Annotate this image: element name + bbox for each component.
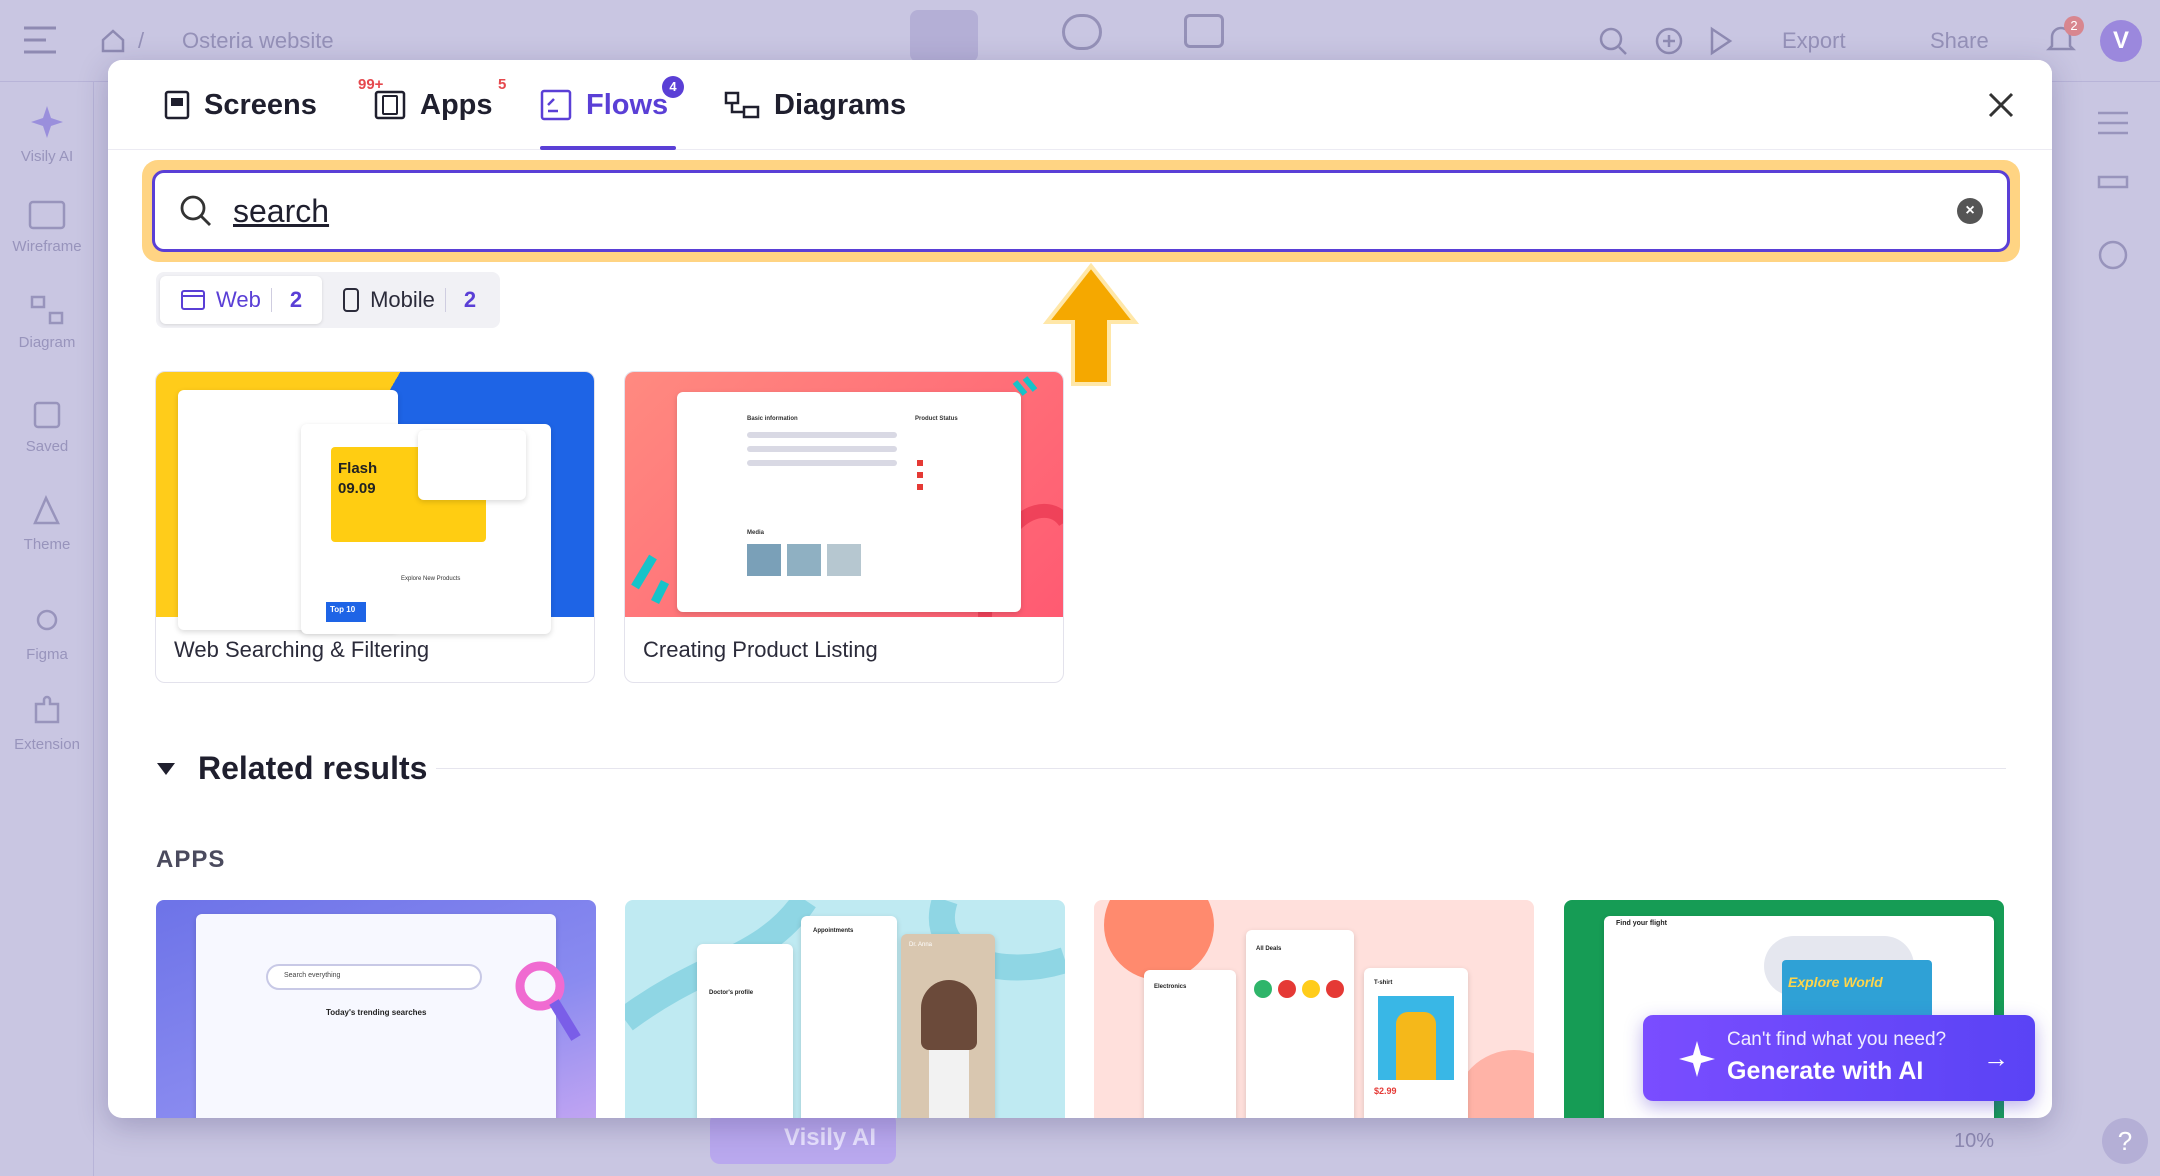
project-name[interactable]: Osteria website	[182, 28, 334, 54]
left-rail: Visily AI Wireframe Diagram Saved Theme …	[0, 82, 94, 1176]
related-heading: Related results	[198, 750, 428, 786]
comment-icon[interactable]	[2096, 240, 2130, 272]
flows-icon	[540, 89, 572, 121]
share-button[interactable]: Share	[1930, 28, 1989, 54]
arrow-right-icon: →	[1983, 1043, 2009, 1073]
app-card-doctor[interactable]: Doctor's profile Appointments Dr. Anna	[625, 900, 1065, 1118]
flow-card-title: Creating Product Listing	[643, 637, 878, 662]
filter-web[interactable]: Web 2	[160, 276, 323, 324]
browser-icon	[181, 290, 205, 310]
rail-extension[interactable]: Extension	[0, 694, 94, 753]
close-icon[interactable]	[1984, 88, 2018, 122]
search-box: ×	[152, 170, 2010, 252]
flow-card-creating-product[interactable]: Basic information Product Status Media C…	[624, 371, 1064, 683]
zoom-level[interactable]: 10%	[1954, 1130, 1994, 1153]
apps-badge: 5	[498, 76, 507, 93]
export-button[interactable]: Export	[1782, 28, 1846, 54]
tab-bar: Screens 99+ Apps 5 Flows 4 Diagrams	[108, 60, 2052, 150]
avatar[interactable]: V	[2100, 20, 2142, 62]
platform-filter: Web 2 Mobile 2	[156, 272, 501, 328]
design-mode-icon[interactable]	[910, 10, 978, 62]
rail-saved[interactable]: Saved	[0, 400, 94, 455]
help-icon[interactable]: ?	[2102, 1118, 2148, 1164]
home-icon[interactable]	[100, 28, 126, 54]
search-input[interactable]	[233, 192, 1957, 230]
phone-icon	[343, 288, 360, 312]
rail-diagram[interactable]: Diagram	[0, 294, 94, 351]
add-icon[interactable]	[1654, 26, 1684, 56]
tab-diagrams[interactable]: Diagrams	[724, 60, 906, 150]
handoff-mode-icon[interactable]	[1184, 14, 1224, 48]
tab-screens[interactable]: Screens 99+	[164, 60, 383, 150]
apps-section-label: APPS	[156, 846, 226, 873]
app-card-search-engine[interactable]: Search everything Today's trending searc…	[156, 900, 596, 1118]
template-library-modal: Screens 99+ Apps 5 Flows 4 Diagrams ×	[108, 60, 2052, 1118]
related-results-toggle[interactable]: Related results	[156, 750, 427, 787]
bottom-toolbar: Visily AI 10% ?	[0, 1112, 2160, 1176]
search-highlight: ×	[142, 160, 2020, 262]
play-icon[interactable]	[1708, 26, 1734, 56]
flow-thumbnail: Basic information Product Status Media	[625, 372, 1063, 617]
divider	[436, 768, 2006, 769]
menu-icon[interactable]	[22, 24, 58, 56]
search-icon	[180, 195, 211, 226]
search-icon[interactable]	[1598, 26, 1628, 56]
sparkle-icon	[1679, 1041, 1715, 1077]
rail-figma[interactable]: Figma	[0, 602, 94, 663]
right-rail	[2068, 82, 2160, 1176]
ai-cta-subtitle: Can't find what you need?	[1727, 1029, 1947, 1050]
flows-badge: 4	[662, 76, 684, 98]
apps-icon	[374, 90, 406, 120]
app-card-ecommerce[interactable]: Electronics All Deals T-shirt $2.99	[1094, 900, 1534, 1118]
prototype-mode-icon[interactable]	[1062, 14, 1102, 50]
tab-apps[interactable]: Apps 5	[374, 60, 506, 150]
flow-card-title: Web Searching & Filtering	[174, 637, 430, 662]
tab-flows[interactable]: Flows 4	[540, 60, 684, 150]
diagrams-icon	[724, 91, 760, 119]
generate-with-ai-button[interactable]: Can't find what you need? Generate with …	[1643, 1015, 2035, 1101]
flow-card-web-searching[interactable]: Flash 09.09 Explore New Products Top 10 …	[155, 371, 595, 683]
clear-search-icon[interactable]: ×	[1957, 198, 1983, 224]
caret-down-icon	[157, 762, 175, 775]
rail-theme[interactable]: Theme	[0, 494, 94, 553]
flow-thumbnail: Flash 09.09 Explore New Products Top 10	[156, 372, 594, 634]
screen-icon	[164, 90, 190, 120]
filter-mobile[interactable]: Mobile 2	[322, 276, 496, 324]
rail-visily-ai[interactable]: Visily AI	[0, 104, 94, 165]
notification-count: 2	[2064, 16, 2084, 36]
properties-icon[interactable]	[2096, 108, 2130, 138]
layers-icon[interactable]	[2096, 174, 2130, 204]
visily-ai-button[interactable]: Visily AI	[710, 1112, 896, 1164]
ai-cta-title: Generate with AI	[1727, 1057, 1924, 1085]
rail-wireframe[interactable]: Wireframe	[0, 200, 94, 255]
